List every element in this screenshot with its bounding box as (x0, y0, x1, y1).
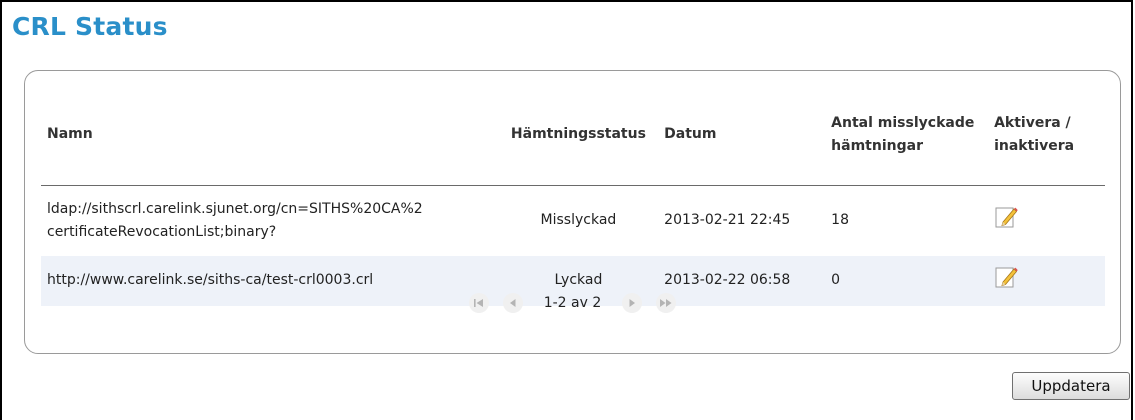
cell-toggle (988, 185, 1105, 256)
prev-page-icon[interactable] (502, 293, 523, 313)
table-header-row: Namn Hämtningsstatus Datum Antal misslyc… (41, 85, 1105, 186)
crl-table: Namn Hämtningsstatus Datum Antal misslyc… (41, 85, 1105, 306)
crl-panel: Namn Hämtningsstatus Datum Antal misslyc… (24, 70, 1121, 354)
next-page-icon[interactable] (622, 293, 643, 313)
header-toggle: Aktivera / inaktivera (988, 85, 1105, 186)
header-failed-count: Antal misslyckade hämtningar (825, 85, 989, 186)
cell-date: 2013-02-21 22:45 (664, 212, 791, 228)
edit-icon[interactable] (994, 205, 1018, 229)
first-page-icon[interactable] (468, 293, 489, 313)
header-date: Datum (658, 85, 826, 186)
cell-status: Misslyckad (540, 212, 617, 228)
edit-icon[interactable] (994, 265, 1018, 289)
table-row: ldap://sithscrl.carelink.sjunet.org/cn=S… (41, 185, 1105, 256)
header-status: Hämtningsstatus (498, 85, 659, 186)
cell-name: ldap://sithscrl.carelink.sjunet.org/cn=S… (47, 200, 423, 240)
pagination: 1-2 av 2 (25, 293, 1120, 313)
cell-failed-count: 18 (831, 212, 849, 228)
header-name: Namn (41, 85, 499, 186)
page-title: CRL Status (12, 12, 168, 41)
pagination-info: 1-2 av 2 (543, 295, 602, 311)
update-button[interactable]: Uppdatera (1012, 372, 1130, 400)
last-page-icon[interactable] (656, 293, 677, 313)
